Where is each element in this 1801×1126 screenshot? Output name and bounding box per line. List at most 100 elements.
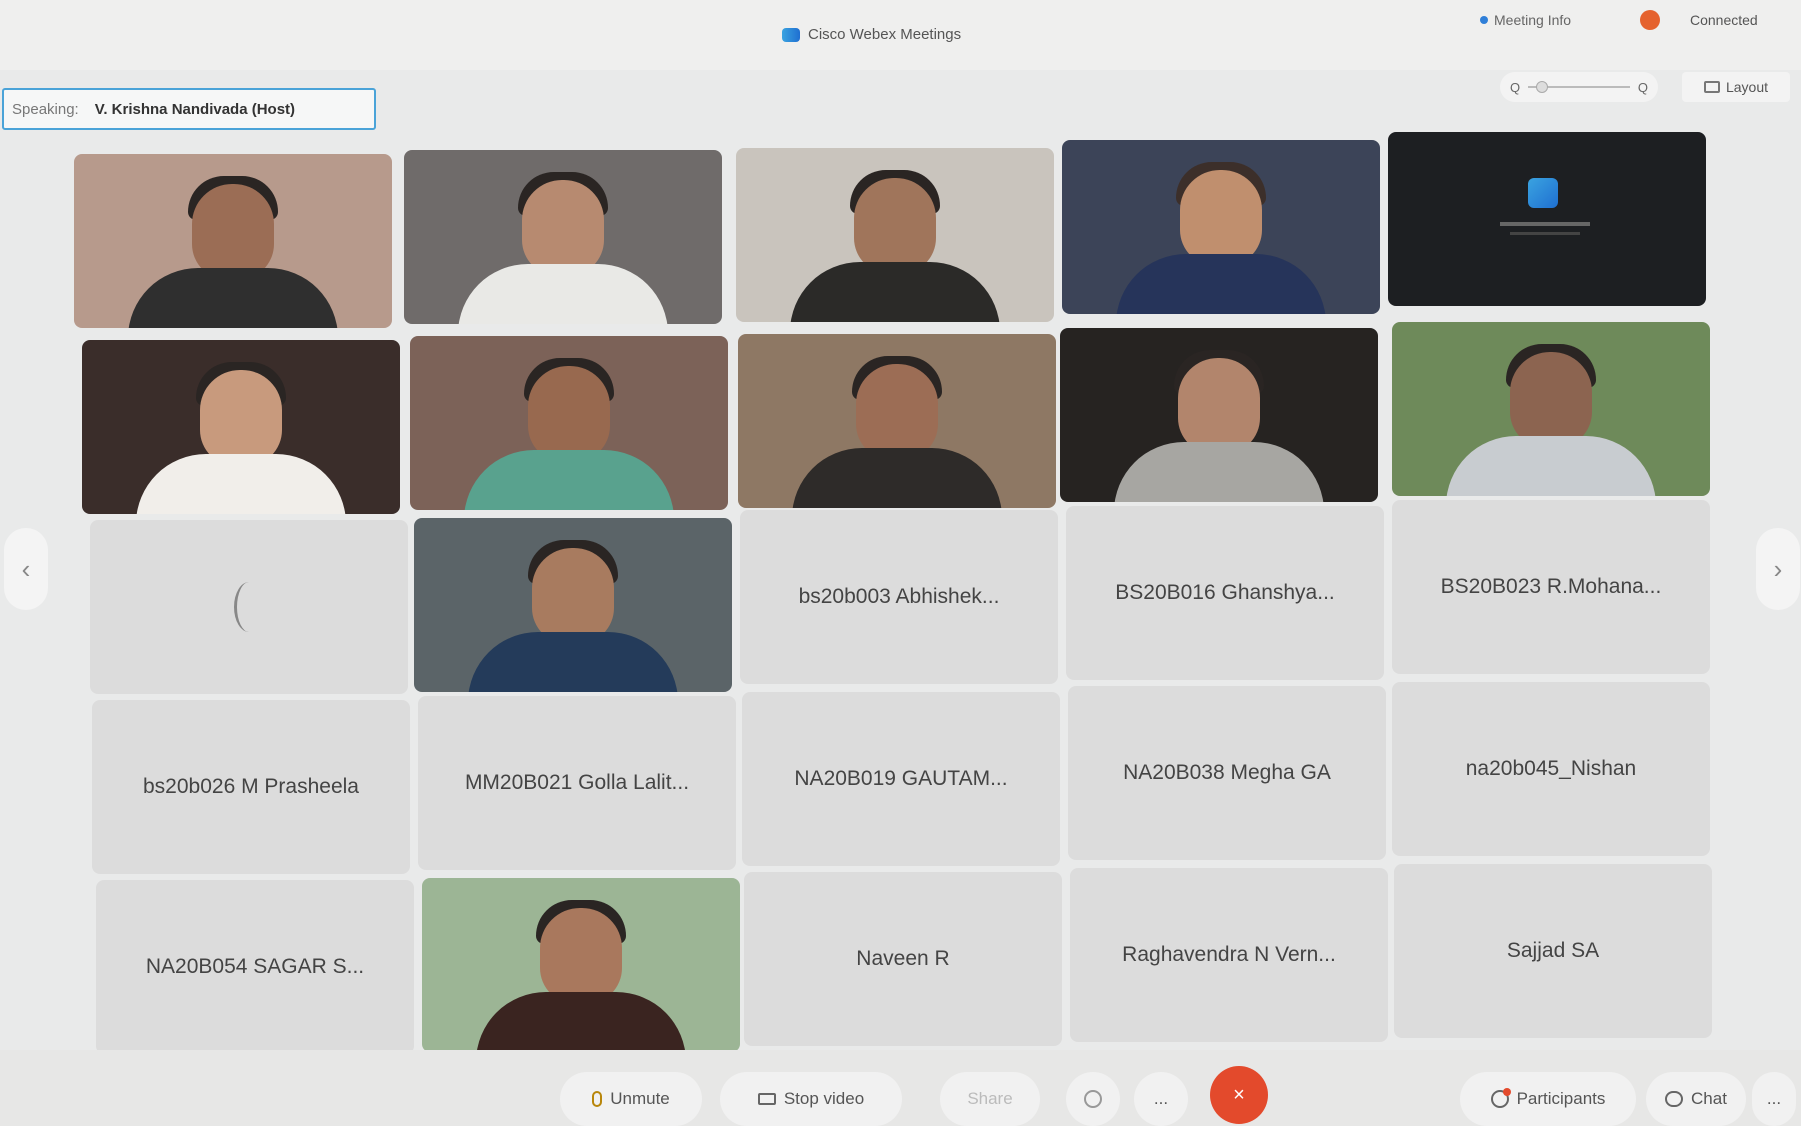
participant-tile[interactable]: bs20b026 M Prasheela [92, 700, 410, 874]
share-button[interactable]: Share [940, 1072, 1040, 1126]
video-tile[interactable] [1392, 322, 1710, 496]
participant-name: BS20B016 Ghanshya... [1115, 581, 1335, 604]
info-icon [1480, 16, 1488, 24]
participant-name: Raghavendra N Vern... [1122, 943, 1336, 966]
webex-logo-icon [782, 27, 800, 42]
zoom-slider[interactable]: Q Q [1500, 72, 1658, 102]
chat-icon [1665, 1091, 1684, 1107]
participant-tile[interactable]: Raghavendra N Vern... [1070, 868, 1388, 1042]
video-tile[interactable] [422, 878, 740, 1052]
participant-name: NA20B038 Megha GA [1123, 761, 1331, 784]
participant-face [200, 370, 282, 466]
participant-tile[interactable]: BS20B016 Ghanshya... [1066, 506, 1384, 680]
more-options-button[interactable]: ... [1134, 1072, 1188, 1126]
stop-video-label: Stop video [783, 1089, 865, 1108]
zoom-track[interactable] [1528, 81, 1630, 93]
chevron-left-icon: ‹ [21, 553, 31, 584]
participant-body [792, 448, 1002, 508]
participant-tile[interactable]: bs20b003 Abhishek... [740, 510, 1058, 684]
participant-tile[interactable]: NA20B038 Megha GA [1068, 686, 1386, 860]
participant-face [1180, 170, 1262, 266]
meeting-info-button[interactable]: Meeting Info [1480, 12, 1571, 28]
unmute-button[interactable]: Unmute [560, 1072, 702, 1126]
participant-face [1178, 358, 1260, 454]
participant-body [1114, 442, 1324, 502]
share-label: Share [967, 1089, 1013, 1108]
participant-face [540, 908, 622, 1004]
camera-icon [757, 1093, 776, 1105]
participant-name: NA20B054 SAGAR S... [145, 955, 365, 978]
video-tile[interactable] [1062, 140, 1380, 314]
participant-tile[interactable]: MM20B021 Golla Lalit... [418, 696, 736, 870]
end-meeting-button[interactable]: × [1210, 1066, 1268, 1124]
participant-face [854, 178, 936, 274]
meeting-info-label: Meeting Info [1494, 12, 1572, 28]
loading-spinner-icon [234, 582, 264, 632]
chat-label: Chat [1691, 1089, 1727, 1108]
close-icon: × [1233, 1083, 1245, 1106]
participant-name: BS20B023 R.Mohana... [1440, 575, 1662, 598]
participants-button[interactable]: Participants [1460, 1072, 1636, 1126]
participant-name: na20b045_Nishan [1465, 757, 1637, 780]
participant-tile[interactable]: Sajjad SA [1394, 864, 1712, 1038]
more-icon: ... [1153, 1089, 1169, 1108]
participant-name: Sajjad SA [1506, 939, 1600, 962]
next-page-button[interactable]: › [1756, 528, 1800, 610]
video-tile[interactable] [410, 336, 728, 510]
layout-button[interactable]: Layout [1682, 72, 1790, 102]
participant-body [1446, 436, 1656, 496]
chevron-right-icon: › [1773, 553, 1783, 584]
video-tile[interactable] [738, 334, 1056, 508]
participant-body [136, 454, 346, 514]
chat-button[interactable]: Chat [1646, 1072, 1746, 1126]
video-tile[interactable] [82, 340, 400, 514]
participant-body [476, 992, 686, 1052]
participants-label: Participants [1516, 1089, 1606, 1108]
video-tile[interactable] [736, 148, 1054, 322]
layout-icon [1703, 81, 1720, 93]
prev-page-button[interactable]: ‹ [4, 528, 48, 610]
app-title-text: Cisco Webex Meetings [808, 26, 962, 43]
participant-body [468, 632, 678, 692]
connection-status-icon [1640, 10, 1660, 30]
participant-tile[interactable]: Naveen R [744, 872, 1062, 1046]
screen-share-tile[interactable] [1388, 132, 1706, 306]
connection-status: Connected [1690, 12, 1758, 28]
participant-tile[interactable]: NA20B019 GAUTAM... [742, 692, 1060, 866]
reactions-icon [1084, 1090, 1102, 1108]
overflow-icon: ... [1766, 1089, 1782, 1108]
zoom-in-icon[interactable]: Q [1638, 80, 1648, 95]
participant-name: bs20b026 M Prasheela [143, 775, 359, 798]
participant-name: Naveen R [856, 947, 950, 970]
zoom-out-icon[interactable]: Q [1510, 80, 1520, 95]
participant-name: NA20B019 GAUTAM... [794, 767, 1008, 790]
video-tile[interactable] [1060, 328, 1378, 502]
participants-icon [1490, 1088, 1511, 1108]
screen-text-line [1500, 222, 1590, 226]
zoom-knob[interactable] [1536, 81, 1549, 93]
participant-body [128, 268, 338, 328]
loading-tile[interactable] [90, 520, 408, 694]
participant-face [522, 180, 604, 276]
stop-video-button[interactable]: Stop video [720, 1072, 902, 1126]
participant-face [532, 548, 614, 644]
participant-name: MM20B021 Golla Lalit... [464, 771, 690, 794]
participant-face [528, 366, 610, 462]
video-tile[interactable] [74, 154, 392, 328]
screen-text-line [1510, 232, 1580, 235]
speaking-name: V. Krishna Nandivada (Host) [94, 100, 296, 118]
speaking-indicator: Speaking: V. Krishna Nandivada (Host) [2, 88, 376, 130]
participant-tile[interactable]: BS20B023 R.Mohana... [1392, 500, 1710, 674]
microphone-icon [592, 1091, 603, 1107]
video-tile[interactable] [404, 150, 722, 324]
overflow-menu-button[interactable]: ... [1752, 1072, 1796, 1126]
unmute-label: Unmute [610, 1089, 670, 1108]
video-tile[interactable] [414, 518, 732, 692]
layout-label: Layout [1725, 79, 1769, 95]
participant-body [1116, 254, 1326, 314]
participant-tile[interactable]: na20b045_Nishan [1392, 682, 1710, 856]
participant-body [464, 450, 674, 510]
reactions-button[interactable] [1066, 1072, 1120, 1126]
participant-face [856, 364, 938, 460]
participant-tile[interactable]: NA20B054 SAGAR S... [96, 880, 414, 1054]
